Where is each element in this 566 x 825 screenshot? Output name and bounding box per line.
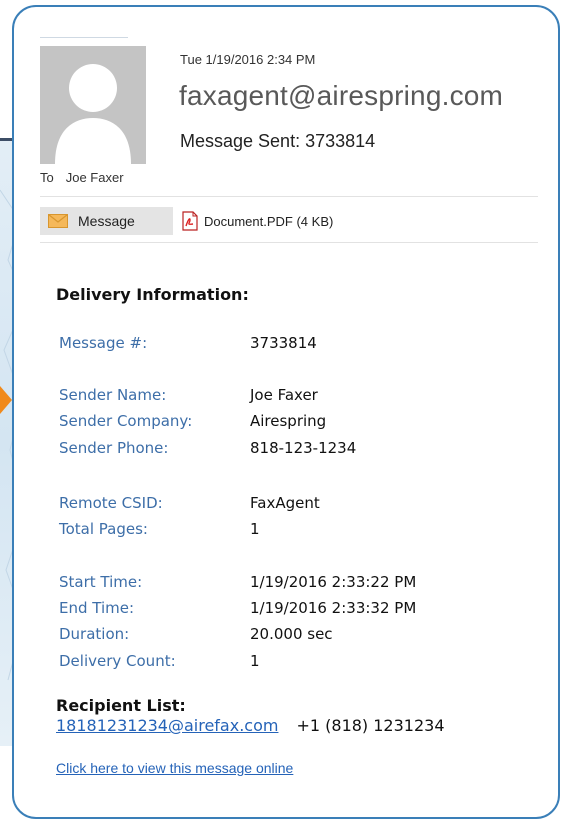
header-divider	[40, 196, 538, 197]
recipient-list-title: Recipient List:	[56, 696, 186, 715]
email-sender: faxagent@airespring.com	[179, 80, 504, 111]
view-online-link[interactable]: Click here to view this message online	[56, 760, 293, 776]
attachment-label: Document.PDF (4 KB)	[204, 213, 334, 229]
email-recipient: To Joe Faxer	[40, 170, 124, 185]
field-sender-name: Sender Name: Joe Faxer	[59, 386, 318, 404]
message-tab[interactable]: Message	[40, 207, 173, 235]
attachment-document[interactable]: Document.PDF (4 KB)	[180, 207, 333, 235]
delivery-info-title: Delivery Information:	[56, 285, 249, 304]
recipient-entry: 18181231234@airefax.com +1 (818) 1231234	[56, 716, 445, 735]
tabs-divider	[40, 242, 538, 243]
panel-divider	[40, 37, 128, 38]
pdf-file-icon	[182, 211, 198, 231]
email-date: Tue 1/19/2016 2:34 PM	[180, 52, 316, 67]
field-message-number: Message #: 3733814	[59, 334, 317, 352]
person-silhouette-icon	[40, 46, 146, 164]
recipient-phone: +1 (818) 1231234	[296, 716, 445, 735]
field-end-time: End Time: 1/19/2016 2:33:32 PM	[59, 599, 417, 617]
field-sender-company: Sender Company: Airespring	[59, 412, 327, 430]
orange-arrow-icon	[0, 386, 12, 414]
envelope-icon	[48, 214, 68, 228]
email-subject: Message Sent: 3733814	[180, 131, 376, 151]
to-name: Joe Faxer	[65, 170, 124, 185]
field-duration: Duration: 20.000 sec	[59, 625, 333, 643]
recipient-email-link[interactable]: 18181231234@airefax.com	[56, 716, 278, 735]
field-start-time: Start Time: 1/19/2016 2:33:22 PM	[59, 573, 417, 591]
field-total-pages: Total Pages: 1	[59, 520, 260, 538]
field-remote-csid: Remote CSID: FaxAgent	[59, 494, 320, 512]
to-label: To	[40, 170, 54, 185]
field-sender-phone: Sender Phone: 818-123-1234	[59, 439, 357, 457]
message-tab-label: Message	[78, 213, 135, 229]
field-delivery-count: Delivery Count: 1	[59, 652, 260, 670]
